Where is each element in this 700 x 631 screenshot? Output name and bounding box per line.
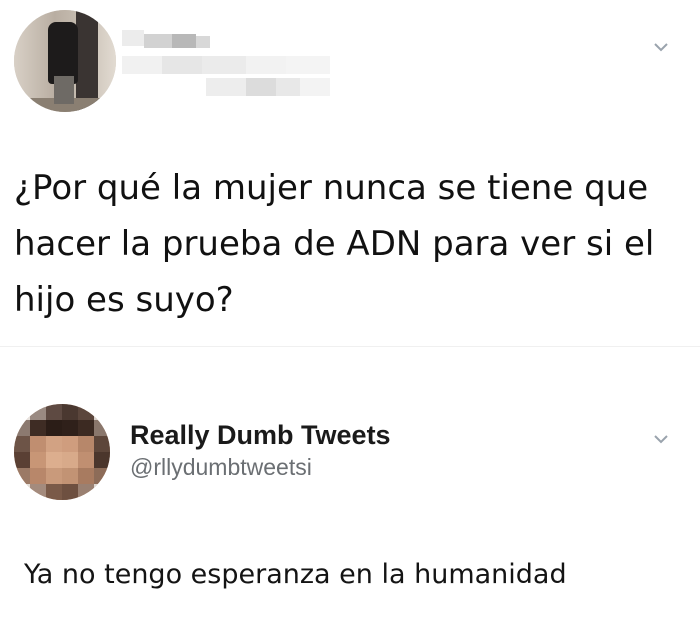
avatar-pixel — [78, 468, 94, 484]
avatar-pixel — [62, 404, 78, 420]
avatar-pixel — [30, 452, 46, 468]
avatar-pixel — [62, 420, 78, 436]
avatar[interactable] — [14, 404, 110, 500]
avatar-pixel — [78, 436, 94, 452]
avatar-pixel — [62, 468, 78, 484]
avatar-pixel — [78, 452, 94, 468]
avatar-pixel — [14, 404, 30, 420]
avatar-pixel — [78, 404, 94, 420]
avatar-pixel — [46, 404, 62, 420]
avatar-pixel — [30, 468, 46, 484]
avatar-pixel — [30, 420, 46, 436]
chevron-down-icon[interactable] — [653, 39, 669, 55]
avatar-pixel — [46, 452, 62, 468]
avatar-pixel — [30, 484, 46, 500]
avatar-figure-legs — [54, 76, 74, 104]
avatar-pixel — [30, 436, 46, 452]
avatar-pixel — [78, 420, 94, 436]
avatar-pixel — [14, 484, 30, 500]
author-handle[interactable]: @rllydumbtweetsi — [130, 454, 312, 481]
tweet-text: ¿Por qué la mujer nunca se tiene que hac… — [14, 168, 655, 320]
avatar-pixel — [46, 468, 62, 484]
avatar-door — [76, 10, 98, 112]
chevron-down-icon[interactable] — [653, 431, 669, 447]
avatar-pixel — [46, 436, 62, 452]
avatar-pixel — [62, 484, 78, 500]
avatar-pixel — [62, 436, 78, 452]
avatar-pixel — [94, 404, 110, 420]
tweet-card-1: ¿Por qué la mujer nunca se tiene que hac… — [0, 0, 700, 346]
tweet-text: Ya no tengo esperanza en la humanidad — [24, 559, 567, 590]
avatar-pixel — [94, 420, 110, 436]
avatar-pixel — [14, 436, 30, 452]
avatar-pixel — [94, 468, 110, 484]
avatar-pixel — [94, 452, 110, 468]
avatar-pixel — [14, 468, 30, 484]
author-name[interactable]: Really Dumb Tweets — [130, 420, 391, 451]
avatar-pixel — [94, 484, 110, 500]
avatar-pixel — [30, 404, 46, 420]
avatar-pixel — [62, 452, 78, 468]
avatar[interactable] — [14, 10, 116, 112]
avatar-pixel — [94, 436, 110, 452]
avatar-pixel — [14, 420, 30, 436]
avatar-pixel — [78, 484, 94, 500]
pixelated-author-name[interactable] — [122, 30, 332, 100]
avatar-pixel — [46, 484, 62, 500]
avatar-figure — [48, 22, 78, 84]
avatar-pixel — [46, 420, 62, 436]
tweet-card-2: Really Dumb Tweets @rllydumbtweetsi Ya n… — [0, 352, 700, 631]
avatar-pixel — [14, 452, 30, 468]
